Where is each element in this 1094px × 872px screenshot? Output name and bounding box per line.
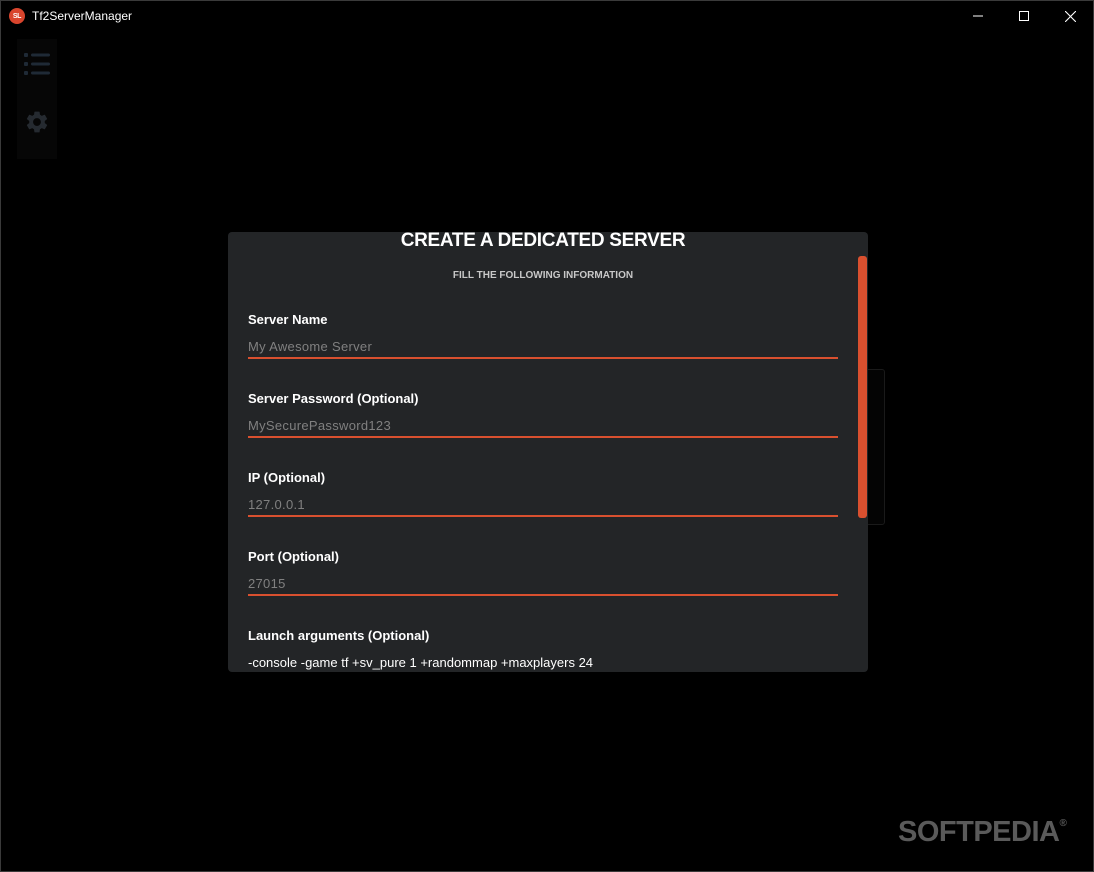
list-icon [24, 52, 50, 80]
ip-label: IP (Optional) [248, 470, 326, 485]
watermark-registered-mark: ® [1059, 818, 1067, 829]
port-label: Port (Optional) [248, 549, 339, 564]
app-window: SL Tf2ServerManager CREATE A DEDICATED S… [0, 0, 1094, 872]
maximize-icon [1019, 11, 1029, 21]
dialog-scrollbar[interactable] [858, 256, 867, 518]
gear-icon [24, 109, 50, 140]
sidebar [17, 39, 57, 159]
launch-arguments-input[interactable]: -console -game tf +sv_pure 1 +randommap … [248, 655, 593, 670]
launch-arguments-label: Launch arguments (Optional) [248, 628, 430, 643]
softpedia-watermark: SOFTPEDIA® [898, 816, 1067, 849]
sidebar-item-settings[interactable] [17, 99, 57, 149]
app-logo-icon: SL [9, 8, 25, 24]
maximize-button[interactable] [1001, 1, 1047, 31]
minimize-button[interactable] [955, 1, 1001, 31]
server-password-label: Server Password (Optional) [248, 391, 419, 406]
close-icon [1064, 10, 1076, 22]
server-name-input[interactable] [248, 335, 838, 359]
watermark-text: SOFTPEDIA [898, 816, 1060, 848]
port-input[interactable] [248, 572, 838, 596]
dialog-title: CREATE A DEDICATED SERVER [400, 232, 686, 251]
title-bar[interactable]: SL Tf2ServerManager [1, 1, 1093, 31]
server-password-input[interactable] [248, 414, 838, 438]
minimize-icon [973, 11, 983, 21]
ip-input[interactable] [248, 493, 838, 517]
window-title: Tf2ServerManager [32, 9, 133, 23]
sidebar-item-servers[interactable] [17, 41, 57, 91]
create-server-dialog: CREATE A DEDICATED SERVER FILL THE FOLLO… [228, 232, 868, 672]
server-name-label: Server Name [248, 312, 328, 327]
dialog-subtitle: FILL THE FOLLOWING INFORMATION [452, 270, 634, 281]
close-button[interactable] [1047, 1, 1093, 31]
